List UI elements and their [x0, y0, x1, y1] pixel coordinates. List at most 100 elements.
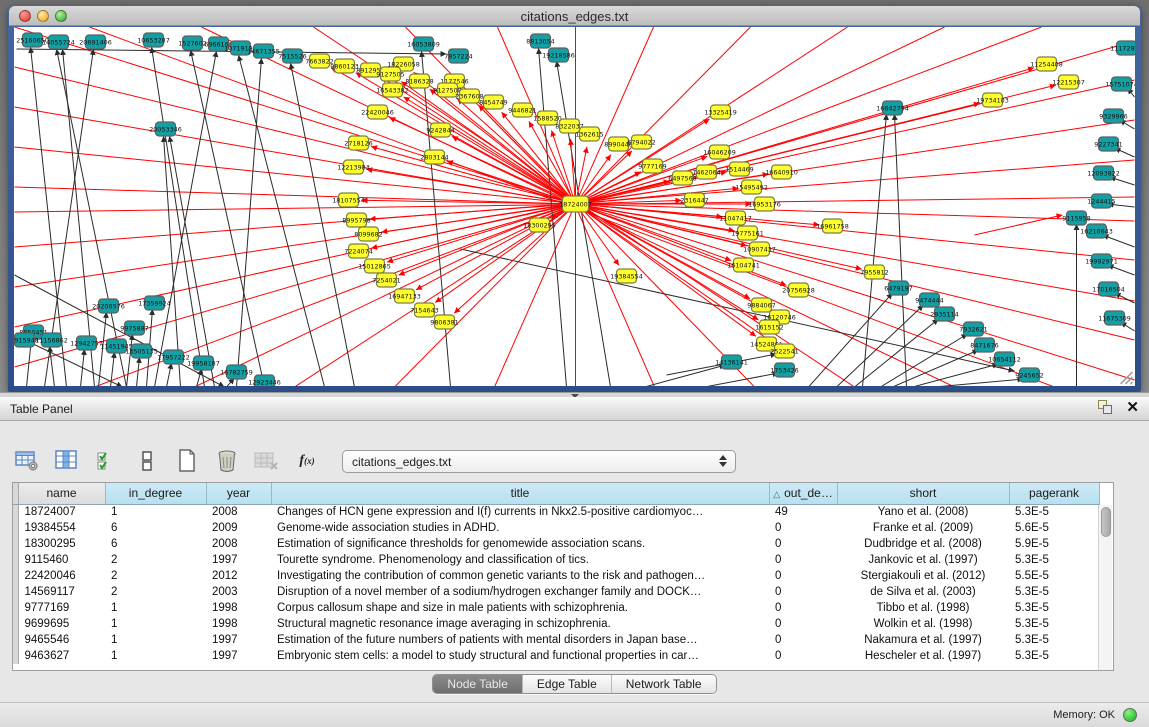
cell-name[interactable]: 14569117: [18, 584, 105, 600]
citation-edge[interactable]: [454, 204, 575, 313]
citation-edge[interactable]: [863, 114, 887, 386]
graph-node[interactable]: 2803144: [420, 150, 448, 164]
table-row[interactable]: 2242004622012Investigating the contribut…: [13, 568, 1099, 584]
graph-node[interactable]: 12213983: [337, 160, 370, 174]
cell-year[interactable]: 1998: [206, 616, 271, 632]
cell-short[interactable]: Stergiakouli et al. (2012): [837, 568, 1009, 584]
graph-node[interactable]: 9127505: [376, 67, 404, 81]
cell-year[interactable]: 1997: [206, 648, 271, 664]
function-builder-button[interactable]: f(x): [294, 448, 320, 474]
cell-year[interactable]: 1998: [206, 600, 271, 616]
cell-title[interactable]: Genome-wide association studies in ADHD.: [271, 520, 769, 536]
graph-node[interactable]: 8813054: [526, 34, 554, 48]
cell-pagerank[interactable]: 5.9E-5: [1009, 536, 1099, 552]
citation-edge[interactable]: [576, 103, 980, 204]
cell-name[interactable]: 9777169: [18, 600, 105, 616]
graph-node[interactable]: 8099682: [354, 227, 382, 241]
graph-node[interactable]: 18107554: [332, 193, 365, 207]
graph-node[interactable]: 19734103: [976, 93, 1009, 107]
table-options-button[interactable]: [14, 448, 40, 474]
citation-edge[interactable]: [155, 51, 217, 386]
citation-edge[interactable]: [837, 305, 924, 386]
graph-node[interactable]: 2522541: [770, 344, 798, 358]
cell-year[interactable]: 1997: [206, 632, 271, 648]
graph-node[interactable]: 1615152: [755, 320, 783, 334]
graph-node[interactable]: 9975887: [120, 321, 148, 335]
graph-node[interactable]: 12215307: [1052, 75, 1085, 89]
citation-edge[interactable]: [237, 58, 262, 386]
graph-node[interactable]: 2935114: [930, 307, 958, 321]
graph-node[interactable]: 7254021: [372, 273, 400, 287]
cell-name[interactable]: 22420046: [18, 568, 105, 584]
cell-in_degree[interactable]: 6: [105, 520, 206, 536]
citation-edge[interactable]: [809, 293, 893, 386]
cell-out_degree[interactable]: 0: [769, 616, 837, 632]
citation-edge[interactable]: [152, 47, 205, 386]
graph-node[interactable]: 9115958: [1062, 211, 1090, 225]
cell-title[interactable]: Estimation of the future numbers of pati…: [271, 632, 769, 648]
cell-out_degree[interactable]: 0: [769, 568, 837, 584]
citation-edge[interactable]: [422, 51, 451, 386]
cell-year[interactable]: 2009: [206, 520, 271, 536]
cell-out_degree[interactable]: 0: [769, 536, 837, 552]
graph-node[interactable]: 12923446: [248, 375, 281, 386]
cell-name[interactable]: 9115460: [18, 552, 105, 568]
cell-pagerank[interactable]: 5.3E-5: [1009, 552, 1099, 568]
cell-title[interactable]: Estimation of significance thresholds fo…: [271, 536, 769, 552]
delete-table-button[interactable]: [214, 448, 240, 474]
citation-edge[interactable]: [137, 357, 140, 386]
graph-node[interactable]: 8471676: [970, 338, 998, 352]
cell-pagerank[interactable]: 5.3E-5: [1009, 632, 1099, 648]
cell-in_degree[interactable]: 2: [105, 584, 206, 600]
graph-node[interactable]: 20053346: [149, 122, 182, 136]
row-height-button[interactable]: [134, 448, 160, 474]
graph-node[interactable]: 19218586: [542, 48, 575, 62]
graph-node[interactable]: 1244415: [1087, 194, 1115, 208]
cell-short[interactable]: Nakamura et al. (1997): [837, 632, 1009, 648]
cell-out_degree[interactable]: 49: [769, 504, 837, 520]
graph-node[interactable]: 16210643: [1080, 224, 1113, 238]
citation-edge[interactable]: [191, 50, 265, 386]
graph-node[interactable]: 9474444: [915, 293, 943, 307]
citation-edge[interactable]: [170, 136, 215, 386]
cell-short[interactable]: de Silva et al. (2003): [837, 584, 1009, 600]
cell-year[interactable]: 2008: [206, 536, 271, 552]
graph-node[interactable]: 10653287: [137, 33, 170, 47]
cell-name[interactable]: 18300295: [18, 536, 105, 552]
graph-node[interactable]: 20756928: [782, 283, 815, 297]
graph-node[interactable]: 1753426: [770, 363, 798, 377]
cell-name[interactable]: 18724007: [18, 504, 105, 520]
citation-edge[interactable]: [645, 365, 726, 386]
graph-node[interactable]: 8186328: [405, 74, 433, 88]
float-panel-icon[interactable]: [1098, 400, 1114, 415]
column-header-short[interactable]: short: [837, 483, 1009, 504]
citation-edge[interactable]: [935, 379, 1024, 386]
network-canvas[interactable]: 1872400776638229860123891295418226058912…: [14, 27, 1135, 386]
cell-pagerank[interactable]: 5.3E-5: [1009, 600, 1099, 616]
graph-node[interactable]: 15495492: [735, 180, 768, 194]
network-window-titlebar[interactable]: citations_edges.txt: [9, 6, 1140, 26]
column-header-title[interactable]: title: [271, 483, 769, 504]
graph-node[interactable]: 19958187: [187, 356, 220, 370]
cell-out_degree[interactable]: 0: [769, 584, 837, 600]
graph-node[interactable]: 19992971: [1085, 254, 1118, 268]
graph-node[interactable]: 16640910: [765, 165, 798, 179]
graph-node[interactable]: 9245652: [1015, 368, 1043, 382]
table-row[interactable]: 1456911722003Disruption of a novel membe…: [13, 584, 1099, 600]
cell-pagerank[interactable]: 5.3E-5: [1009, 648, 1099, 664]
cell-in_degree[interactable]: 2: [105, 568, 206, 584]
graph-node[interactable]: 11172845: [1110, 41, 1135, 55]
graph-node[interactable]: 1362615: [575, 127, 603, 141]
graph-node[interactable]: 12093822: [1087, 166, 1120, 180]
graph-node[interactable]: 9806381: [430, 315, 458, 329]
cell-short[interactable]: Jankovic et al. (1997): [837, 552, 1009, 568]
cell-in_degree[interactable]: 6: [105, 536, 206, 552]
column-header-out_degree[interactable]: △out_de…: [769, 483, 837, 504]
close-panel-icon[interactable]: ✕: [1126, 400, 1139, 415]
table-row[interactable]: 1938455462009Genome-wide association stu…: [13, 520, 1099, 536]
cell-title[interactable]: Corpus callosum shape and size in male p…: [271, 600, 769, 616]
graph-node[interactable]: 16953176: [748, 197, 781, 211]
graph-node[interactable]: 7932621: [959, 322, 987, 336]
cell-year[interactable]: 1997: [206, 552, 271, 568]
column-header-year[interactable]: year: [206, 483, 271, 504]
